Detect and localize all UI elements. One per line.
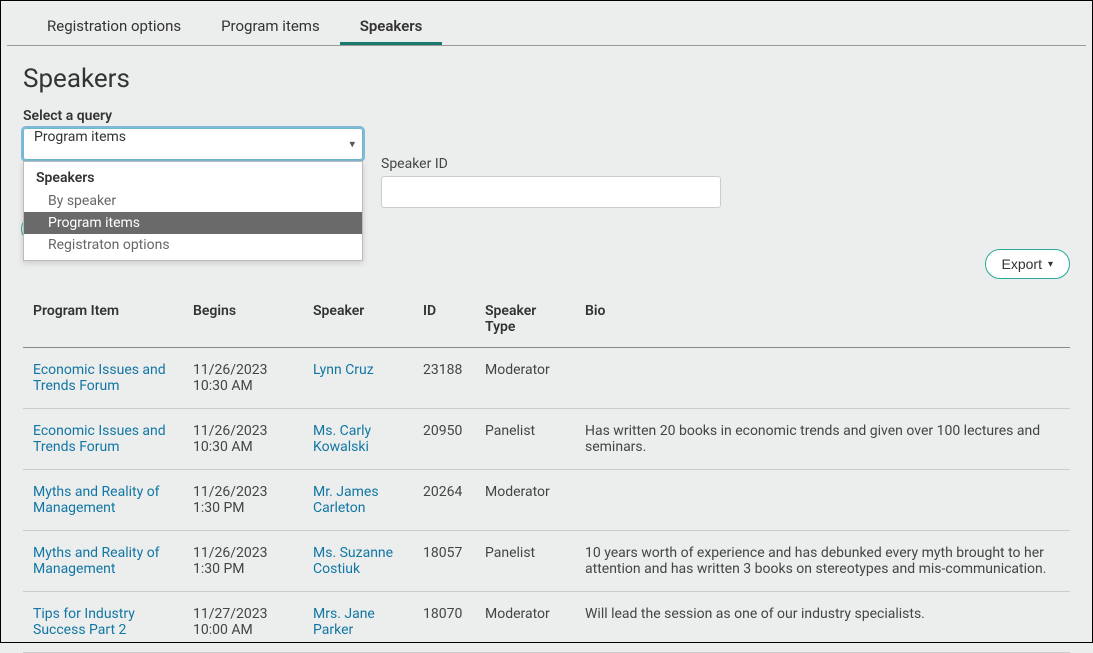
export-button[interactable]: Export ▾ bbox=[985, 249, 1071, 279]
table-row: Economic Issues and Trends Forum 11/26/20… bbox=[23, 348, 1070, 409]
bio-cell bbox=[575, 348, 1070, 409]
speaker-link[interactable]: Lynn Cruz bbox=[313, 362, 374, 378]
begins-cell: 11/26/202310:30 AM bbox=[183, 348, 303, 409]
begins-cell: 11/27/202310:00 AM bbox=[183, 592, 303, 653]
id-cell: 18057 bbox=[413, 531, 475, 592]
table-row: Economic Issues and Trends Forum 11/26/20… bbox=[23, 409, 1070, 470]
speaker-type-cell: Moderator bbox=[475, 592, 575, 653]
speaker-link[interactable]: Ms. Suzanne Costiuk bbox=[313, 545, 393, 577]
program-item-link[interactable]: Myths and Reality of Management bbox=[33, 545, 160, 577]
query-label: Select a query bbox=[23, 108, 1070, 124]
begins-cell: 11/26/20231:30 PM bbox=[183, 531, 303, 592]
id-cell: 18070 bbox=[413, 592, 475, 653]
tab-registration-options[interactable]: Registration options bbox=[27, 9, 201, 45]
page-title: Speakers bbox=[23, 64, 1070, 94]
id-cell: 20950 bbox=[413, 409, 475, 470]
program-item-link[interactable]: Economic Issues and Trends Forum bbox=[33, 362, 166, 394]
speaker-type-cell: Panelist bbox=[475, 409, 575, 470]
bio-cell bbox=[575, 470, 1070, 531]
program-item-link[interactable]: Tips for Industry Success Part 2 bbox=[33, 606, 135, 638]
speakers-table-wrap: Program Item Begins Speaker ID Speaker T… bbox=[23, 293, 1070, 653]
caret-down-icon: ▾ bbox=[1048, 259, 1053, 270]
col-program-item[interactable]: Program Item bbox=[23, 293, 183, 348]
speakers-table: Program Item Begins Speaker ID Speaker T… bbox=[23, 293, 1070, 653]
dropdown-option-program-items[interactable]: Program items bbox=[24, 212, 362, 234]
speaker-type-cell: Moderator bbox=[475, 470, 575, 531]
program-item-link[interactable]: Economic Issues and Trends Forum bbox=[33, 423, 166, 455]
speaker-link[interactable]: Mr. James Carleton bbox=[313, 484, 379, 516]
speaker-link[interactable]: Ms. Carly Kowalski bbox=[313, 423, 371, 455]
id-cell: 23188 bbox=[413, 348, 475, 409]
col-begins[interactable]: Begins bbox=[183, 293, 303, 348]
tab-speakers[interactable]: Speakers bbox=[340, 9, 443, 45]
col-id[interactable]: ID bbox=[413, 293, 475, 348]
col-bio[interactable]: Bio bbox=[575, 293, 1070, 348]
tab-program-items[interactable]: Program items bbox=[201, 9, 340, 45]
table-row: Myths and Reality of Management 11/26/202… bbox=[23, 531, 1070, 592]
speaker-id-label: Speaker ID bbox=[381, 156, 721, 172]
speaker-id-field-group: Speaker ID bbox=[381, 156, 721, 208]
begins-cell: 11/26/202310:30 AM bbox=[183, 409, 303, 470]
table-row: Myths and Reality of Management 11/26/202… bbox=[23, 470, 1070, 531]
id-cell: 20264 bbox=[413, 470, 475, 531]
bio-cell: Has written 20 books in economic trends … bbox=[575, 409, 1070, 470]
speaker-type-cell: Panelist bbox=[475, 531, 575, 592]
export-label: Export bbox=[1002, 256, 1042, 272]
bio-cell: Will lead the session as one of our indu… bbox=[575, 592, 1070, 653]
begins-cell: 11/26/20231:30 PM bbox=[183, 470, 303, 531]
dropdown-option-registration-options[interactable]: Registraton options bbox=[24, 234, 362, 256]
query-dropdown: Speakers By speaker Program items Regist… bbox=[23, 161, 363, 261]
speaker-id-input[interactable] bbox=[381, 176, 721, 208]
dropdown-option-by-speaker[interactable]: By speaker bbox=[24, 190, 362, 212]
query-select[interactable]: Program items bbox=[23, 128, 363, 160]
bio-cell: 10 years worth of experience and has deb… bbox=[575, 531, 1070, 592]
col-speaker-type[interactable]: Speaker Type bbox=[475, 293, 575, 348]
speaker-link[interactable]: Mrs. Jane Parker bbox=[313, 606, 375, 638]
col-speaker[interactable]: Speaker bbox=[303, 293, 413, 348]
program-item-link[interactable]: Myths and Reality of Management bbox=[33, 484, 160, 516]
tabs-bar: Registration options Program items Speak… bbox=[7, 1, 1086, 46]
speaker-type-cell: Moderator bbox=[475, 348, 575, 409]
table-row: Tips for Industry Success Part 2 11/27/20… bbox=[23, 592, 1070, 653]
dropdown-group-label: Speakers bbox=[24, 166, 362, 190]
